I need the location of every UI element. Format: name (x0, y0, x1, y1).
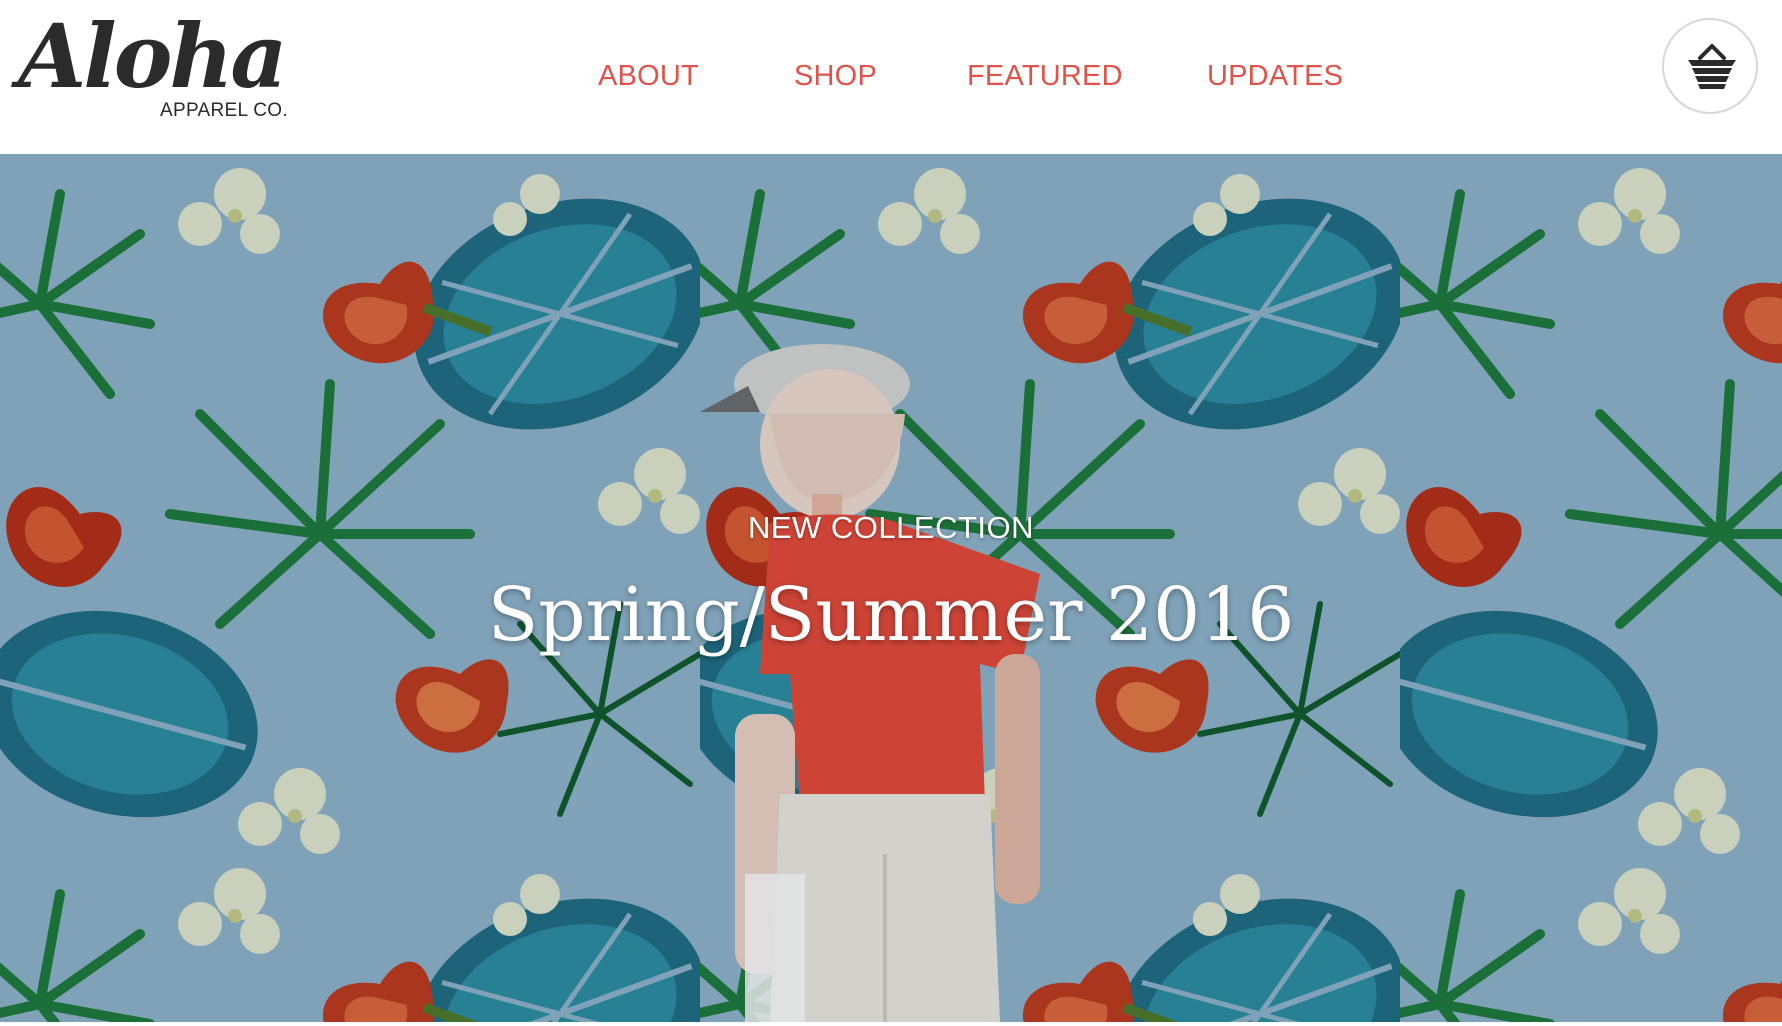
hero-banner: NEW COLLECTION Spring/Summer 2016 (0, 154, 1782, 1022)
nav-item-updates[interactable]: UPDATES (1207, 60, 1343, 93)
site-header: Aloha APPAREL CO. ABOUT SHOP FEATURED UP… (0, 0, 1782, 154)
nav-item-about[interactable]: ABOUT (598, 60, 699, 93)
cart-button[interactable] (1662, 18, 1758, 114)
hero-title: Spring/Summer 2016 (487, 572, 1295, 658)
basket-icon (1688, 44, 1736, 89)
nav-item-featured[interactable]: FEATURED (967, 60, 1123, 93)
hero-kicker: NEW COLLECTION (747, 510, 1035, 545)
nav-item-shop[interactable]: SHOP (794, 60, 877, 93)
logo-subtitle: APPAREL CO. (160, 100, 288, 121)
main-nav: ABOUT SHOP FEATURED UPDATES (0, 60, 1782, 100)
